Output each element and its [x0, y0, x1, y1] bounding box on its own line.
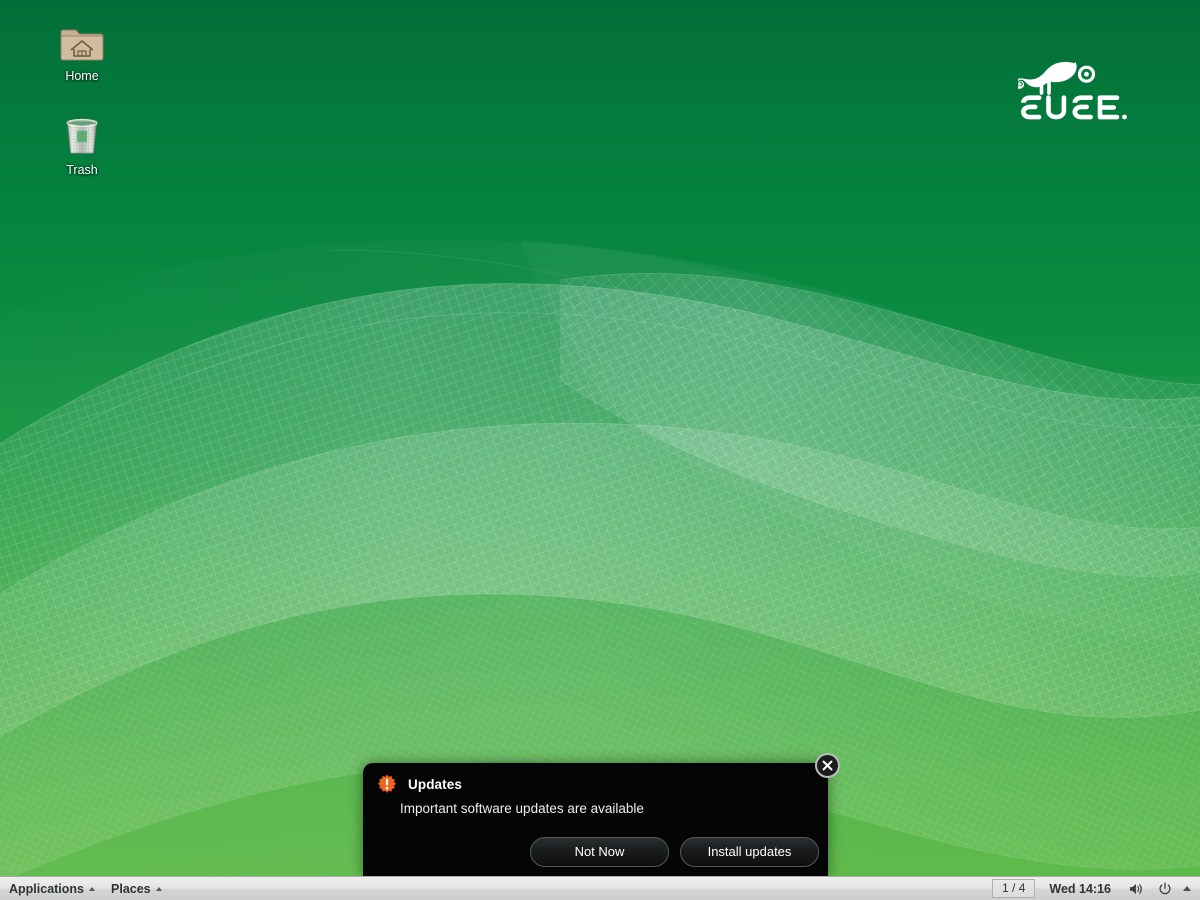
desktop[interactable]: Home Trash Updates Important software up…: [0, 0, 1200, 900]
trash-can-icon: [66, 118, 98, 154]
taskbar[interactable]: Applications Places 1 / 4 Wed 14:16: [0, 876, 1200, 900]
notification-header: Updates: [363, 763, 828, 794]
notification-message: Important software updates are available: [400, 801, 644, 816]
applications-menu[interactable]: Applications: [0, 877, 103, 900]
places-menu-label: Places: [111, 881, 151, 896]
desktop-icon-home[interactable]: Home: [39, 18, 125, 85]
notification-close-button[interactable]: [815, 753, 840, 778]
close-icon: [822, 760, 833, 771]
clock[interactable]: Wed 14:16: [1038, 882, 1122, 896]
suse-logo: [1018, 61, 1127, 120]
update-alert-icon: [377, 774, 397, 793]
update-notification-panel[interactable]: Updates Important software updates are a…: [363, 763, 828, 877]
speaker-volume-icon: [1129, 883, 1142, 894]
desktop-icon-label: Trash: [66, 163, 98, 177]
power-icon: [1159, 882, 1171, 894]
suse-wordmark: [1021, 95, 1127, 120]
triangle-up-icon: [155, 886, 162, 891]
triangle-up-icon: [1183, 886, 1191, 891]
triangle-up-icon: [89, 886, 96, 891]
volume-tray-button[interactable]: [1122, 882, 1151, 896]
applications-menu-label: Applications: [9, 881, 85, 896]
not-now-button[interactable]: Not Now: [530, 837, 669, 867]
power-tray-button[interactable]: [1151, 882, 1179, 896]
notification-title: Updates: [408, 776, 462, 792]
desktop-icon-trash[interactable]: Trash: [39, 112, 125, 179]
places-menu[interactable]: Places: [103, 877, 170, 900]
workspace-switcher[interactable]: 1 / 4: [992, 879, 1036, 898]
home-folder-icon: [60, 29, 104, 61]
desktop-icon-label: Home: [65, 69, 99, 83]
tray-expander-button[interactable]: [1179, 886, 1200, 891]
install-updates-button[interactable]: Install updates: [680, 837, 819, 867]
notification-actions: Not Now Install updates: [363, 837, 828, 867]
chameleon-icon: [1018, 61, 1096, 95]
